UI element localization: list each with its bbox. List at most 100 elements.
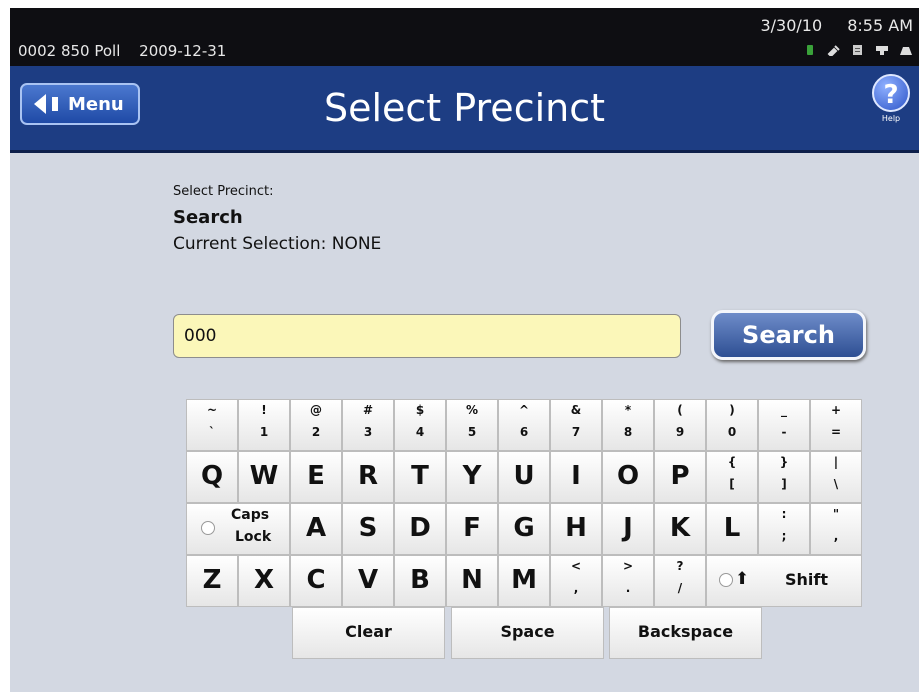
key-letter: O bbox=[616, 461, 640, 491]
key-r1-6[interactable]: ^ 6 bbox=[498, 399, 550, 451]
key-shift-char: < bbox=[570, 559, 582, 573]
backspace-key[interactable]: Backspace bbox=[609, 607, 762, 659]
key-r3-9[interactable]: :; bbox=[758, 503, 810, 555]
key-shift-char: @ bbox=[310, 403, 322, 417]
key-shift-char: ) bbox=[729, 403, 735, 417]
key-r1-7[interactable]: & 7 bbox=[550, 399, 602, 451]
key-letter: S bbox=[358, 513, 378, 543]
key-shift-char: ! bbox=[261, 403, 267, 417]
key-r3-2[interactable]: D bbox=[394, 503, 446, 555]
key-r1-9[interactable]: (9 bbox=[654, 399, 706, 451]
clock-date: 3/30/10 bbox=[760, 16, 823, 35]
key-shift-char: _ bbox=[781, 403, 787, 417]
key-r2-2[interactable]: E bbox=[290, 451, 342, 503]
key-char: 7 bbox=[571, 425, 581, 439]
key-r1-1[interactable]: ! 1 bbox=[238, 399, 290, 451]
key-char: = bbox=[830, 425, 842, 439]
clear-key-label: Clear bbox=[345, 622, 392, 641]
key-letter: J bbox=[623, 513, 633, 543]
key-r1-0[interactable]: ~ ` bbox=[186, 399, 238, 451]
key-letter: K bbox=[669, 513, 691, 543]
key-r2-8[interactable]: O bbox=[602, 451, 654, 503]
caps-label-top: Caps bbox=[231, 507, 270, 523]
key-r2-1[interactable]: W bbox=[238, 451, 290, 503]
key-letter: D bbox=[409, 513, 431, 543]
clear-key[interactable]: Clear bbox=[292, 607, 445, 659]
key-r3-1[interactable]: S bbox=[342, 503, 394, 555]
key-r1-11[interactable]: _ - bbox=[758, 399, 810, 451]
key-r2-11[interactable]: }] bbox=[758, 451, 810, 503]
key-r3-0[interactable]: A bbox=[290, 503, 342, 555]
key-letter: U bbox=[513, 461, 535, 491]
key-letter: W bbox=[249, 461, 279, 491]
key-letter: I bbox=[571, 461, 581, 491]
key-r4-0[interactable]: Z bbox=[186, 555, 238, 607]
key-letter: M bbox=[511, 565, 537, 595]
key-r3-5[interactable]: H bbox=[550, 503, 602, 555]
key-r1-8[interactable]: * 8 bbox=[602, 399, 654, 451]
key-shift-char: & bbox=[570, 403, 582, 417]
key-char: [ bbox=[729, 477, 735, 491]
key-char: 9 bbox=[675, 425, 685, 439]
key-letter: L bbox=[723, 513, 741, 543]
plug-icon bbox=[827, 45, 840, 56]
key-letter: F bbox=[463, 513, 481, 543]
key-r2-5[interactable]: Y bbox=[446, 451, 498, 503]
precinct-info: Select Precinct: Search Current Selectio… bbox=[173, 184, 381, 254]
key-r4-5[interactable]: N bbox=[446, 555, 498, 607]
key-r1-2[interactable]: @2 bbox=[290, 399, 342, 451]
status-left: 0002 850 Poll 2009-12-31 bbox=[18, 42, 240, 60]
shift-arrow-icon: ⬆ bbox=[735, 569, 750, 589]
key-r2-7[interactable]: I bbox=[550, 451, 602, 503]
key-r2-12[interactable]: | \ bbox=[810, 451, 862, 503]
title-bar: Menu Select Precinct ? Help bbox=[10, 66, 919, 153]
key-r4-3[interactable]: V bbox=[342, 555, 394, 607]
key-r1-5[interactable]: % 5 bbox=[446, 399, 498, 451]
key-r2-6[interactable]: U bbox=[498, 451, 550, 503]
key-char: 2 bbox=[311, 425, 321, 439]
shift-key[interactable]: ⬆ Shift bbox=[706, 555, 862, 607]
key-char: 4 bbox=[415, 425, 425, 439]
key-r2-4[interactable]: T bbox=[394, 451, 446, 503]
search-button[interactable]: Search bbox=[711, 310, 866, 360]
key-char: 5 bbox=[467, 425, 477, 439]
caps-indicator-icon bbox=[201, 521, 215, 535]
key-r3-10[interactable]: ", bbox=[810, 503, 862, 555]
search-input[interactable] bbox=[173, 314, 681, 358]
key-r3-4[interactable]: G bbox=[498, 503, 550, 555]
key-r1-3[interactable]: #3 bbox=[342, 399, 394, 451]
key-r4-2[interactable]: C bbox=[290, 555, 342, 607]
space-key[interactable]: Space bbox=[451, 607, 604, 659]
key-r1-12[interactable]: + = bbox=[810, 399, 862, 451]
key-char: 8 bbox=[623, 425, 633, 439]
caps-lock-key[interactable]: Caps Lock bbox=[186, 503, 290, 555]
key-r1-10[interactable]: ) 0 bbox=[706, 399, 758, 451]
key-r4-4[interactable]: B bbox=[394, 555, 446, 607]
key-r4-8[interactable]: >. bbox=[602, 555, 654, 607]
key-r3-3[interactable]: F bbox=[446, 503, 498, 555]
key-r4-6[interactable]: M bbox=[498, 555, 550, 607]
screen: 0002 850 Poll 2009-12-31 3/30/10 8:55 AM… bbox=[10, 8, 919, 692]
key-r2-10[interactable]: {[ bbox=[706, 451, 758, 503]
key-shift-char: ^ bbox=[518, 403, 530, 417]
key-shift-char: > bbox=[622, 559, 634, 573]
key-shift-char: | bbox=[833, 455, 839, 469]
key-r1-4[interactable]: $4 bbox=[394, 399, 446, 451]
election-date: 2009-12-31 bbox=[139, 42, 227, 60]
key-r3-6[interactable]: J bbox=[602, 503, 654, 555]
key-r4-9[interactable]: ? / bbox=[654, 555, 706, 607]
key-shift-char: { bbox=[727, 455, 737, 469]
key-shift-char: $ bbox=[415, 403, 425, 417]
key-shift-char: } bbox=[779, 455, 789, 469]
shift-label: Shift bbox=[785, 570, 829, 589]
key-r4-1[interactable]: X bbox=[238, 555, 290, 607]
key-r3-7[interactable]: K bbox=[654, 503, 706, 555]
key-r2-0[interactable]: Q bbox=[186, 451, 238, 503]
key-r2-3[interactable]: R bbox=[342, 451, 394, 503]
key-letter: P bbox=[670, 461, 690, 491]
help-button[interactable]: ? Help bbox=[869, 74, 913, 123]
key-r3-8[interactable]: L bbox=[706, 503, 758, 555]
key-r4-7[interactable]: <, bbox=[550, 555, 602, 607]
backspace-key-label: Backspace bbox=[637, 622, 734, 641]
key-r2-9[interactable]: P bbox=[654, 451, 706, 503]
